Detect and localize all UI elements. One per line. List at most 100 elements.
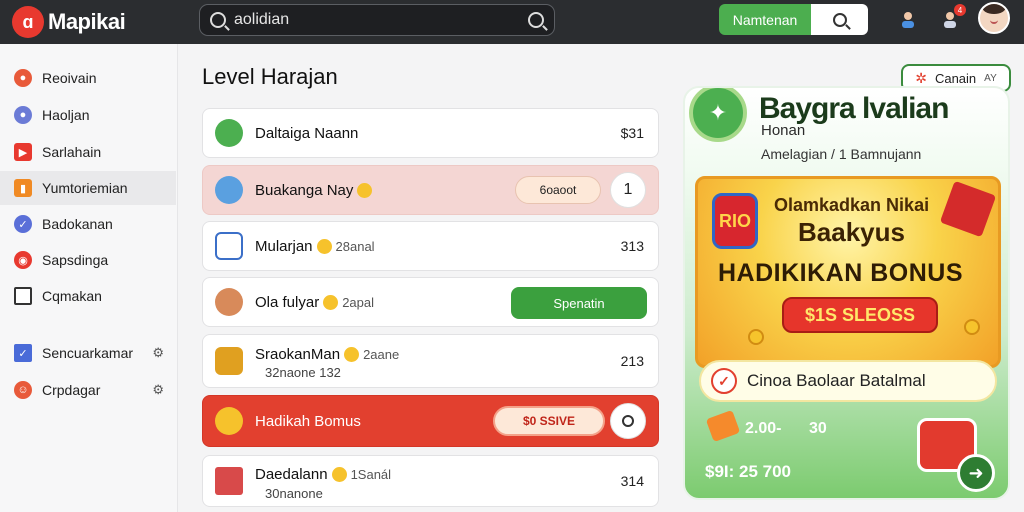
list-item[interactable]: Daedalann 1Sanál 30nanone 314 [202, 455, 659, 507]
chat-icon [215, 119, 243, 147]
sidebar-item-label: Reoivain [42, 70, 97, 86]
promo-total: $9I: 25 700 [705, 462, 792, 481]
check-icon: ✓ [14, 344, 32, 362]
item-title: Daltaiga Naann [255, 124, 359, 142]
app-name: Mapikai [48, 9, 126, 34]
filter-suffix: AY [984, 72, 997, 84]
promo-title: Baygra lvalian [759, 92, 949, 125]
promo-title-line2: Honan [761, 122, 806, 139]
action-button[interactable]: Spenatin [511, 287, 647, 319]
item-title: Mularjan [255, 237, 313, 255]
search-icon [832, 12, 847, 27]
count-button[interactable]: 1 [610, 172, 646, 208]
sidebar-item-label: Crpdagar [42, 382, 101, 398]
promo-amount-2: 30 [809, 420, 827, 437]
item-subtitle: 1Sanál [350, 466, 392, 482]
item-value: 213 [620, 353, 644, 369]
tv-icon [14, 287, 32, 305]
notifications-icon[interactable]: 4 [938, 4, 966, 31]
list-item[interactable]: Buakanga Nay 6oaoot 1 [202, 165, 659, 215]
search-bar[interactable] [199, 4, 555, 36]
item-detail: 30nanone [265, 486, 323, 501]
sidebar-item-label: Cqmakan [42, 288, 102, 304]
item-title: Hadikah Bomus [255, 412, 361, 430]
compass-icon: ✦ [689, 88, 747, 142]
promo-subtitle: Amelagian / 1 Bamnujann [761, 146, 922, 162]
ticket-icon [705, 409, 741, 443]
sidebar-item-cqmakan[interactable]: Cqmakan [0, 279, 176, 313]
primary-action-button[interactable]: Namtenan [719, 4, 811, 35]
list-item[interactable]: Ola fulyar 2apal Spenatin [202, 277, 659, 327]
bonus-badge: $0 SSIVE [493, 406, 605, 436]
smile-icon [357, 182, 373, 198]
sidebar-item-haoljan[interactable]: ● Haoljan [0, 98, 176, 132]
promo-amount: 2.00- [745, 420, 782, 437]
list-item[interactable]: Daltaiga Naann $31 [202, 108, 659, 158]
settings-icon[interactable]: ⚙ [152, 382, 164, 398]
sidebar-item-reoivain[interactable]: ● Reoivain [0, 61, 176, 95]
search-input[interactable] [234, 11, 528, 29]
item-subtitle: 2aane [363, 346, 400, 362]
card-price-button[interactable]: $1S SLEOSS [782, 297, 938, 333]
card-headline: HADIKIKAN BONUS [718, 259, 963, 287]
sidebar-item-yumtoriemian[interactable]: ▮ Yumtoriemian [0, 171, 176, 205]
folder-icon: ▮ [14, 179, 32, 197]
settings-icon[interactable]: ⚙ [152, 345, 164, 361]
sidebar-item-label: Sarlahain [42, 144, 102, 160]
sidebar-item-badokanan[interactable]: ✓ Badokanan [0, 207, 176, 241]
app-badge-icon: RIO [712, 193, 758, 249]
sidebar: ● Reoivain ● Haoljan ▶ Sarlahain ▮ Yumto… [0, 44, 178, 512]
top-search-button[interactable] [811, 4, 868, 35]
item-value: 314 [620, 473, 644, 489]
user-avatar[interactable] [978, 2, 1010, 34]
item-title: SraokanMan [255, 345, 341, 363]
monkey-icon [215, 288, 243, 316]
play-icon: ▶ [14, 143, 32, 161]
logo-icon: ɑ [12, 6, 44, 38]
promo-offer[interactable]: ✓ Cinoa Baolaar Batalmal [699, 360, 997, 402]
smile-icon [331, 466, 347, 482]
phone-icon [215, 467, 243, 495]
bonus-card[interactable]: RIO Olamkadkan Nikai Baakyus HADIKIKAN B… [695, 176, 1001, 368]
sidebar-item-sencuarkamar[interactable]: ✓ Sencuarkamar ⚙ [0, 336, 176, 370]
filter-label: Canain [934, 70, 977, 86]
gift-box-icon [939, 180, 997, 238]
sidebar-item-sarlahain[interactable]: ▶ Sarlahain [0, 135, 176, 169]
sidebar-item-label: Yumtoriemian [42, 180, 128, 196]
check-icon: ✓ [14, 215, 32, 233]
character-icon: ● [14, 69, 32, 87]
character-icon [215, 176, 243, 204]
mascot-icon [215, 407, 243, 435]
box-icon [215, 347, 243, 375]
coin-icon [964, 319, 980, 335]
friends-icon[interactable] [896, 7, 920, 31]
list-item[interactable]: SraokanMan 2aane 32naone 132 213 [202, 334, 659, 388]
app-logo[interactable]: ɑ Mapikai [12, 6, 126, 38]
sidebar-item-label: Haoljan [42, 107, 90, 123]
portrait-icon [215, 232, 243, 260]
sidebar-item-label: Badokanan [42, 216, 113, 232]
star-icon: ✲ [915, 69, 927, 86]
notification-badge: 4 [954, 4, 966, 16]
sidebar-item-sapsdinga[interactable]: ◉ Sapsdinga [0, 243, 176, 277]
coin-icon [748, 329, 764, 345]
next-arrow-button[interactable]: ➜ [957, 454, 995, 492]
list-item-highlight[interactable]: Hadikah Bomus $0 SSIVE [202, 395, 659, 447]
item-title: Ola fulyar [255, 293, 320, 311]
sidebar-item-crpdagar[interactable]: ☺ Crpdagar ⚙ [0, 373, 176, 407]
promo-panel: ✦ Baygra lvalian Honan Amelagian / 1 Bam… [683, 86, 1010, 500]
top-bar: ɑ Mapikai Namtenan 4 [0, 0, 1024, 44]
refresh-button[interactable] [610, 403, 646, 439]
list-item[interactable]: Mularjan 28anal 313 [202, 221, 659, 271]
item-subtitle: 28anal [335, 238, 375, 254]
item-title: Daedalann [255, 465, 328, 483]
search-submit-icon[interactable] [528, 12, 544, 28]
promo-offer-text: Cinoa Baolaar Batalmal [747, 371, 926, 390]
item-value: $31 [620, 125, 644, 141]
card-line-2: Baakyus [798, 217, 905, 247]
item-value: 313 [620, 238, 644, 254]
sidebar-item-label: Sencuarkamar [42, 345, 134, 361]
item-subtitle: 2apal [342, 294, 375, 310]
avatar-icon: ● [14, 106, 32, 124]
game-icon: ◉ [14, 251, 32, 269]
